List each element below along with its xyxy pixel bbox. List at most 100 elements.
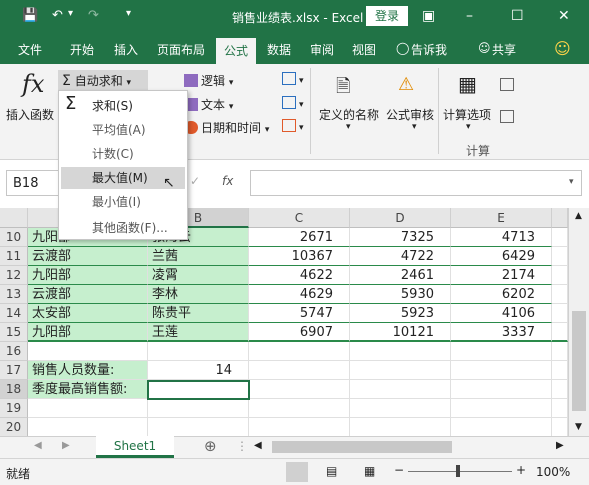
add-sheet-icon[interactable]: ⊕: [204, 437, 217, 455]
column-header-e[interactable]: E: [451, 208, 552, 228]
cell-a19[interactable]: [28, 399, 148, 418]
zoom-level[interactable]: 100%: [536, 465, 570, 479]
autosum-button[interactable]: Σ 自动求和 ▾: [58, 70, 148, 90]
insert-function-button[interactable]: 插入函数: [6, 106, 54, 123]
formula-input[interactable]: [250, 170, 582, 196]
cell-f11[interactable]: [552, 247, 568, 266]
cell-a18[interactable]: 季度最高销售额:: [28, 380, 148, 399]
column-header-d[interactable]: D: [350, 208, 451, 228]
cell-b15[interactable]: 王莲: [148, 323, 249, 342]
cell-c14[interactable]: 5747: [249, 304, 350, 323]
cell-b20[interactable]: [148, 418, 249, 437]
cell-a17[interactable]: 销售人员数量:: [28, 361, 148, 380]
cell-d14[interactable]: 5923: [350, 304, 451, 323]
horizontal-scroll-thumb[interactable]: [272, 441, 452, 453]
cell-c10[interactable]: 2671: [249, 228, 350, 247]
normal-view-icon[interactable]: [286, 462, 308, 482]
row-header[interactable]: 20: [0, 418, 28, 437]
cell-e11[interactable]: 6429: [451, 247, 552, 266]
cell-b11[interactable]: 兰茜: [148, 247, 249, 266]
cell-a13[interactable]: 云渡部: [28, 285, 148, 304]
cell-e13[interactable]: 6202: [451, 285, 552, 304]
cell-a15[interactable]: 九阳部: [28, 323, 148, 342]
cell-e10[interactable]: 4713: [451, 228, 552, 247]
tab-review[interactable]: 审阅: [310, 41, 334, 58]
hscroll-left-icon[interactable]: ◀: [254, 440, 262, 451]
cell-d15[interactable]: 10121: [350, 323, 451, 342]
column-header-f[interactable]: [552, 208, 568, 228]
cell-d19[interactable]: [350, 399, 451, 418]
worksheet-grid[interactable]: B C D E 10九阳部张海云26717325471311云渡部兰茜10367…: [0, 208, 589, 437]
cell-e20[interactable]: [451, 418, 552, 437]
next-sheet-icon[interactable]: ▶: [62, 440, 70, 451]
tab-file[interactable]: 文件: [18, 41, 42, 58]
tab-insert[interactable]: 插入: [114, 41, 138, 58]
row-header[interactable]: 13: [0, 285, 28, 304]
row-header[interactable]: 14: [0, 304, 28, 323]
cell-d12[interactable]: 2461: [350, 266, 451, 285]
cell-e16[interactable]: [451, 342, 552, 361]
insert-function-icon[interactable]: fx: [222, 174, 233, 188]
cell-d16[interactable]: [350, 342, 451, 361]
share-button[interactable]: 共享: [492, 41, 516, 58]
formula-audit-button[interactable]: 公式审核: [386, 106, 434, 123]
row-header[interactable]: 17: [0, 361, 28, 380]
cell-f16[interactable]: [552, 342, 568, 361]
more-functions-icon[interactable]: ▾: [282, 119, 304, 133]
cell-e17[interactable]: [451, 361, 552, 380]
undo-dropdown-icon[interactable]: ▾: [68, 8, 73, 19]
cell-c12[interactable]: 4622: [249, 266, 350, 285]
cell-b12[interactable]: 凌霄: [148, 266, 249, 285]
tab-page-layout[interactable]: 页面布局: [157, 41, 205, 58]
hscroll-right-icon[interactable]: ▶: [556, 440, 564, 451]
redo-icon[interactable]: ↷: [88, 8, 99, 23]
zoom-slider-thumb[interactable]: [456, 465, 460, 477]
cell-d17[interactable]: [350, 361, 451, 380]
zoom-out-icon[interactable]: −: [394, 463, 404, 477]
fx-icon[interactable]: fx: [22, 70, 44, 98]
scroll-up-icon[interactable]: ▲: [575, 211, 582, 221]
smiley-feedback-icon[interactable]: ☺: [554, 39, 571, 58]
row-header[interactable]: 15: [0, 323, 28, 342]
cell-f19[interactable]: [552, 399, 568, 418]
tab-data[interactable]: 数据: [267, 41, 291, 58]
menu-item-more-functions[interactable]: 其他函数(F)...: [61, 217, 185, 239]
row-header[interactable]: 10: [0, 228, 28, 247]
cell-e14[interactable]: 4106: [451, 304, 552, 323]
cell-f18[interactable]: [552, 380, 568, 399]
row-header[interactable]: 16: [0, 342, 28, 361]
row-header[interactable]: 11: [0, 247, 28, 266]
tell-me-search[interactable]: 告诉我: [411, 41, 447, 58]
page-break-view-icon[interactable]: ▦: [364, 464, 375, 478]
cell-c18[interactable]: [249, 380, 350, 399]
cell-c20[interactable]: [249, 418, 350, 437]
cell-d13[interactable]: 5930: [350, 285, 451, 304]
tab-view[interactable]: 视图: [352, 41, 376, 58]
maximize-icon[interactable]: ☐: [511, 8, 524, 24]
cell-c11[interactable]: 10367: [249, 247, 350, 266]
column-header-c[interactable]: C: [249, 208, 350, 228]
menu-item-sum[interactable]: 求和(S): [61, 95, 185, 117]
selected-cell-b18[interactable]: [147, 380, 250, 400]
calculate-now-icon[interactable]: [500, 78, 517, 92]
cell-b19[interactable]: [148, 399, 249, 418]
cell-b14[interactable]: 陈贵平: [148, 304, 249, 323]
cell-f20[interactable]: [552, 418, 568, 437]
cell-c16[interactable]: [249, 342, 350, 361]
tab-formulas[interactable]: 公式: [216, 38, 257, 64]
row-header[interactable]: 19: [0, 399, 28, 418]
sheet-tab-sheet1[interactable]: Sheet1: [96, 436, 174, 458]
cell-c13[interactable]: 4629: [249, 285, 350, 304]
cell-f13[interactable]: [552, 285, 568, 304]
cell-f12[interactable]: [552, 266, 568, 285]
lookup-icon[interactable]: ▾: [282, 72, 304, 86]
close-icon[interactable]: ✕: [558, 8, 570, 24]
cell-f17[interactable]: [552, 361, 568, 380]
text-button[interactable]: 文本 ▾: [184, 96, 233, 113]
tab-split-icon[interactable]: ⋮: [236, 439, 248, 453]
cell-f10[interactable]: [552, 228, 568, 247]
row-header[interactable]: 18: [0, 380, 28, 399]
cell-d20[interactable]: [350, 418, 451, 437]
cell-c15[interactable]: 6907: [249, 323, 350, 342]
cell-a20[interactable]: [28, 418, 148, 437]
